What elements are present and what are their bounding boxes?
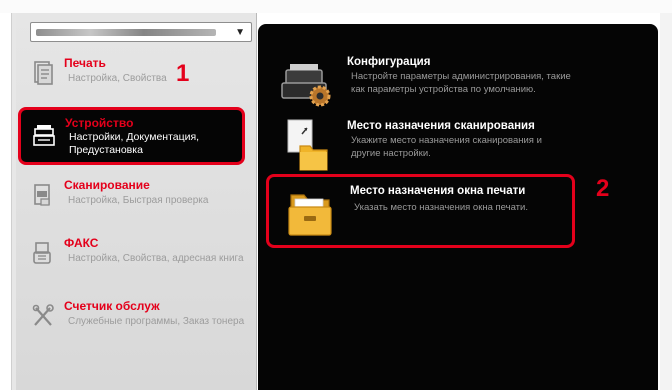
nav-item-counter-title: Счетчик обслуж (64, 299, 160, 313)
multifunction-printer-icon (33, 124, 55, 150)
card-print-box-destination-title: Место назначения окна печати (350, 185, 526, 197)
nav-item-fax-title: ФАКС (64, 236, 99, 250)
chevron-down-icon[interactable]: ▼ (235, 27, 245, 38)
nav-item-fax[interactable]: ФАКС Настройка, Свойства, адресная книга (20, 236, 248, 284)
print-box-folder-icon (281, 185, 337, 241)
nav-item-print-subtitle: Настройка, Свойства (68, 73, 167, 84)
nav-item-device-title: Устройство (65, 116, 134, 130)
card-scan-destination[interactable]: Место назначения сканирования Укажите ме… (266, 118, 576, 176)
nav-item-scan-subtitle: Настройка, Быстрая проверка (68, 195, 209, 206)
card-configuration[interactable]: Конфигурация Настройте параметры админис… (266, 56, 576, 114)
nav-item-scan-title: Сканирование (64, 178, 150, 192)
window-top-strip (0, 0, 672, 13)
step-1-callout: 1 (176, 60, 190, 87)
card-scan-destination-description: Укажите место назначения сканирования и … (351, 135, 542, 159)
fax-icon (32, 240, 54, 266)
printer-icon (32, 60, 54, 86)
nav-item-counter[interactable]: Счетчик обслуж Служебные программы, Зака… (20, 299, 248, 345)
nav-item-device-subtitle: Настройки, Документация, Предустановка (69, 131, 200, 156)
tools-icon (32, 303, 54, 329)
nav-item-fax-subtitle: Настройка, Свойства, адресная книга (68, 253, 244, 264)
scan-to-folder-icon (278, 118, 334, 174)
nav-item-device[interactable]: Устройство Настройки, Документация, Пред… (18, 107, 245, 165)
nav-item-scan[interactable]: Сканирование Настройка, Быстрая проверка (20, 178, 248, 218)
card-print-box-destination-description: Указать место назначения окна печати. (354, 202, 528, 213)
nav-item-counter-subtitle: Служебные программы, Заказ тонера (68, 316, 245, 327)
card-scan-destination-title: Место назначения сканирования (347, 120, 535, 132)
card-configuration-title: Конфигурация (347, 56, 431, 68)
device-select[interactable]: ▼ (30, 22, 252, 42)
nav-item-print-title: Печать (64, 56, 106, 70)
card-print-box-destination[interactable]: Место назначения окна печати Указать мес… (266, 174, 575, 248)
card-configuration-description: Настройте параметры администрирования, т… (351, 71, 571, 95)
device-select-value (36, 29, 216, 36)
step-2-callout: 2 (596, 175, 610, 202)
nav-item-print[interactable]: Печать Настройка, Свойства (20, 56, 248, 98)
window-right-edge (660, 13, 672, 390)
device-settings-icon (278, 56, 334, 112)
scanner-icon (32, 182, 54, 208)
